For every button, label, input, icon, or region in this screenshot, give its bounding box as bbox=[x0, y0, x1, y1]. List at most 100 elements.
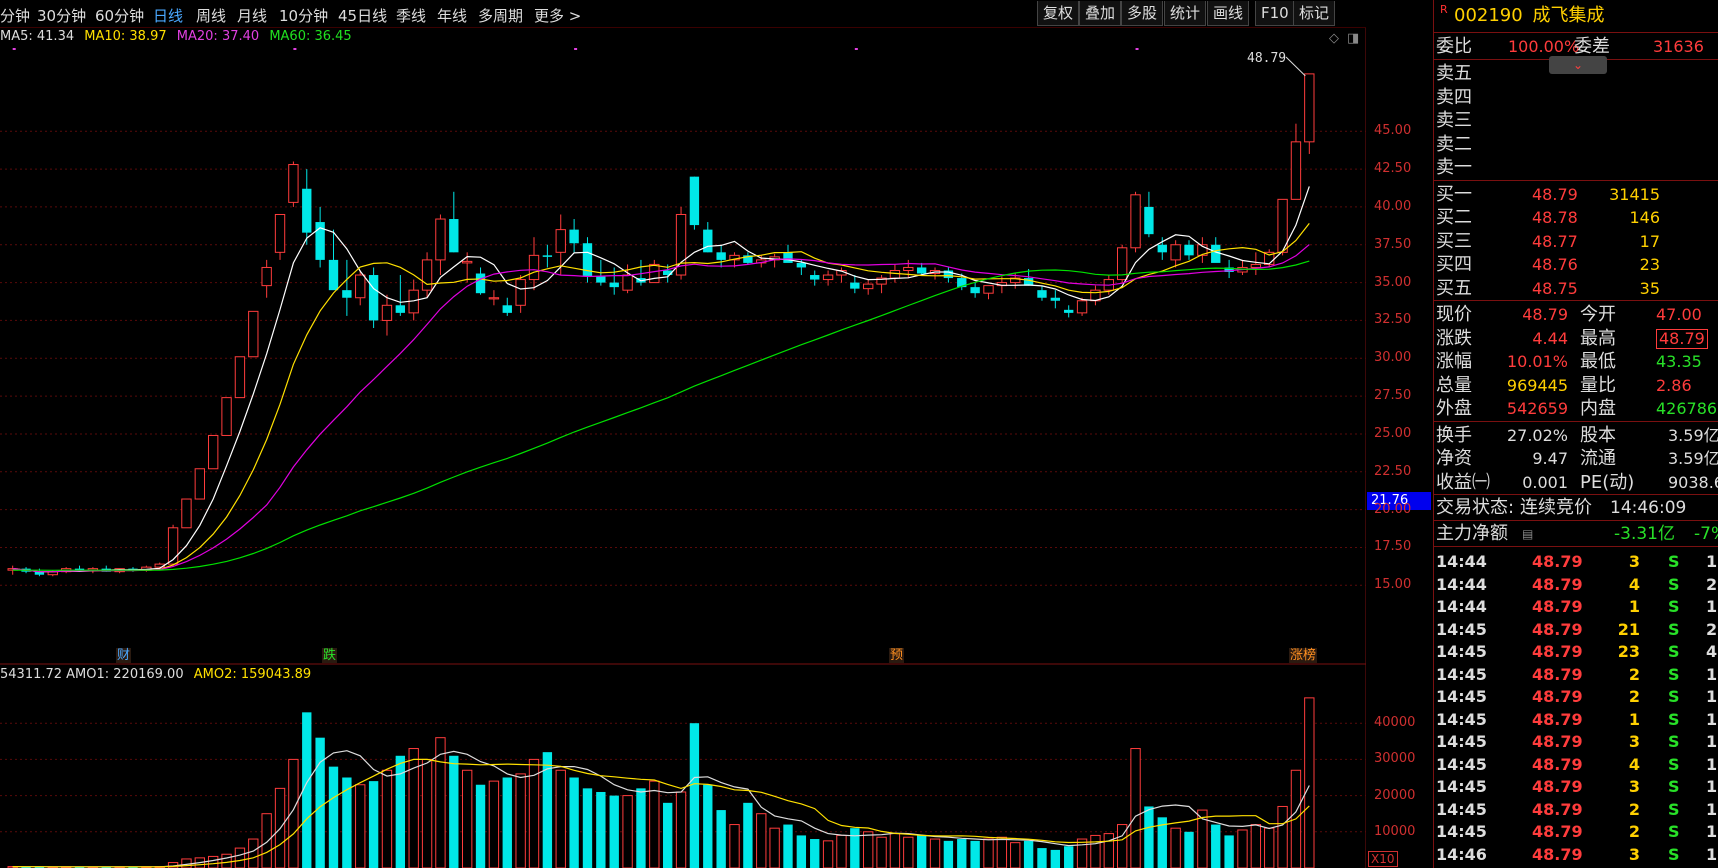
volume-bar bbox=[929, 838, 941, 868]
tick-volume: 3 bbox=[1628, 732, 1640, 751]
ma10-legend: MA10: 38.97 bbox=[84, 29, 167, 44]
candle bbox=[863, 279, 874, 295]
stat2-value: 27.02% bbox=[1506, 425, 1568, 445]
event-marker[interactable]: 预 bbox=[889, 648, 905, 663]
candle bbox=[221, 397, 232, 436]
main-flow-value: -3.31亿 bbox=[1614, 524, 1675, 544]
volume-bar bbox=[421, 758, 433, 868]
volume-bar bbox=[1130, 748, 1141, 868]
volume-bar bbox=[1090, 834, 1101, 868]
tick-price: 48.79 bbox=[1532, 597, 1583, 616]
event-marker[interactable]: 财 bbox=[116, 648, 132, 663]
tick-price: 48.79 bbox=[1532, 619, 1583, 639]
candle bbox=[515, 275, 526, 313]
toolbar-button[interactable]: 统计 bbox=[1164, 1, 1207, 26]
candlestick-chart[interactable] bbox=[0, 28, 1366, 665]
period-tab[interactable]: 年线 bbox=[437, 5, 467, 26]
candle bbox=[1037, 285, 1047, 301]
tick-time: 14:45 bbox=[1436, 709, 1487, 729]
volume-bar bbox=[368, 781, 379, 868]
volume-bar bbox=[996, 836, 1008, 868]
period-tab[interactable]: 日线 bbox=[153, 5, 183, 26]
tick-volume: 1 bbox=[1628, 597, 1640, 616]
candle-body bbox=[689, 176, 700, 226]
period-tab[interactable]: 周线 bbox=[196, 5, 226, 26]
volume-bar bbox=[675, 791, 687, 868]
stat-label: 最高 bbox=[1580, 327, 1616, 349]
ask-row: 卖五 bbox=[1434, 62, 1718, 86]
tick-row: 14:46 48.79 3 S 1 bbox=[1434, 844, 1718, 867]
candle bbox=[368, 267, 379, 328]
amo1-legend: 54311.72 AMO1: 220169.00 bbox=[0, 667, 184, 682]
stat2-label: 换手 bbox=[1436, 424, 1472, 446]
candle-body bbox=[1064, 309, 1074, 313]
event-marker[interactable]: 跌 bbox=[322, 648, 338, 663]
list-icon[interactable]: ▤ bbox=[1522, 521, 1533, 547]
period-tab[interactable]: 10分钟 bbox=[279, 5, 328, 26]
tick-volume: 21 bbox=[1617, 619, 1640, 639]
toolbar-button[interactable]: 标记 bbox=[1293, 1, 1336, 26]
ask-label: 卖一 bbox=[1436, 157, 1472, 178]
tick-count: 2 bbox=[1706, 574, 1718, 594]
candle-body bbox=[288, 164, 299, 203]
stat-label: 量比 bbox=[1580, 374, 1616, 396]
period-tab[interactable]: 多周期 bbox=[478, 5, 523, 26]
bid-row: 买二 48.78 146 bbox=[1434, 206, 1718, 230]
toolbar-button[interactable]: F10 bbox=[1255, 1, 1295, 26]
event-marker[interactable]: 涨榜 bbox=[1289, 648, 1318, 663]
tick-side: S bbox=[1668, 822, 1680, 841]
period-tab[interactable]: 分钟 bbox=[0, 5, 30, 26]
stat-row: 涨幅 10.01% 最低 43.35 bbox=[1434, 350, 1718, 374]
r-mark: R bbox=[1440, 3, 1448, 16]
stat-label: 内盘 bbox=[1580, 398, 1616, 419]
candle-body bbox=[1130, 194, 1141, 249]
volume-bar bbox=[850, 828, 860, 868]
period-tab[interactable]: 60分钟 bbox=[95, 5, 144, 26]
tick-volume: 3 bbox=[1628, 552, 1640, 571]
volume-bar bbox=[649, 780, 660, 868]
period-tab[interactable]: 月线 bbox=[237, 5, 267, 26]
period-tab[interactable]: 45日线 bbox=[338, 5, 387, 26]
candle-body bbox=[475, 273, 486, 294]
stat2-label: 收益㈠ bbox=[1436, 471, 1490, 493]
toolbar-button[interactable]: 画线 bbox=[1207, 1, 1250, 26]
candle bbox=[743, 252, 753, 265]
amo2-legend: AMO2: 159043.89 bbox=[193, 667, 312, 682]
high-pointer-line bbox=[1285, 56, 1306, 77]
toolbar-button[interactable]: 复权 bbox=[1037, 1, 1080, 26]
ask-label: 卖五 bbox=[1436, 63, 1472, 84]
ask-label: 卖三 bbox=[1436, 110, 1472, 131]
candle-body bbox=[1304, 73, 1315, 143]
candle-body bbox=[783, 252, 793, 263]
stat-row: 涨跌 4.44 最高 48.79 bbox=[1434, 327, 1718, 351]
tick-time: 14:45 bbox=[1436, 664, 1487, 684]
candle bbox=[1264, 249, 1275, 268]
period-tab[interactable]: 30分钟 bbox=[37, 5, 86, 26]
stat2-value: 9.47 bbox=[1532, 449, 1568, 468]
candle-body bbox=[1037, 290, 1047, 298]
stat-row: 外盘 542659 内盘 426786 bbox=[1434, 397, 1718, 421]
ask-list: 卖五 卖四 卖三 卖二 卖一 bbox=[1434, 59, 1718, 180]
candle-body bbox=[449, 219, 459, 253]
signal-dot bbox=[12, 48, 16, 50]
diamond-icon[interactable]: ◇ bbox=[1329, 31, 1339, 46]
candle bbox=[1237, 259, 1248, 276]
volume-bar bbox=[461, 769, 473, 868]
candle bbox=[970, 282, 980, 298]
amo2-line bbox=[12, 758, 1310, 868]
tick-time: 14:45 bbox=[1436, 687, 1487, 706]
period-tab[interactable]: 季线 bbox=[396, 5, 426, 26]
volume-bar bbox=[315, 737, 325, 868]
bid-volume: 17 bbox=[1639, 231, 1660, 251]
volume-bar bbox=[810, 839, 820, 868]
candle-body bbox=[822, 274, 834, 281]
price-axis-label: 40.00 bbox=[1374, 198, 1412, 214]
toolbar-button[interactable]: 叠加 bbox=[1079, 1, 1122, 26]
panel-toggle-icon[interactable]: ◨ bbox=[1347, 31, 1359, 46]
volume-bar bbox=[836, 834, 847, 868]
volume-chart[interactable] bbox=[0, 665, 1366, 868]
candle-body bbox=[609, 282, 619, 288]
toolbar-button[interactable]: 多股 bbox=[1121, 1, 1164, 26]
volume-bar bbox=[1211, 824, 1221, 868]
period-tab[interactable]: 更多 > bbox=[534, 5, 581, 26]
